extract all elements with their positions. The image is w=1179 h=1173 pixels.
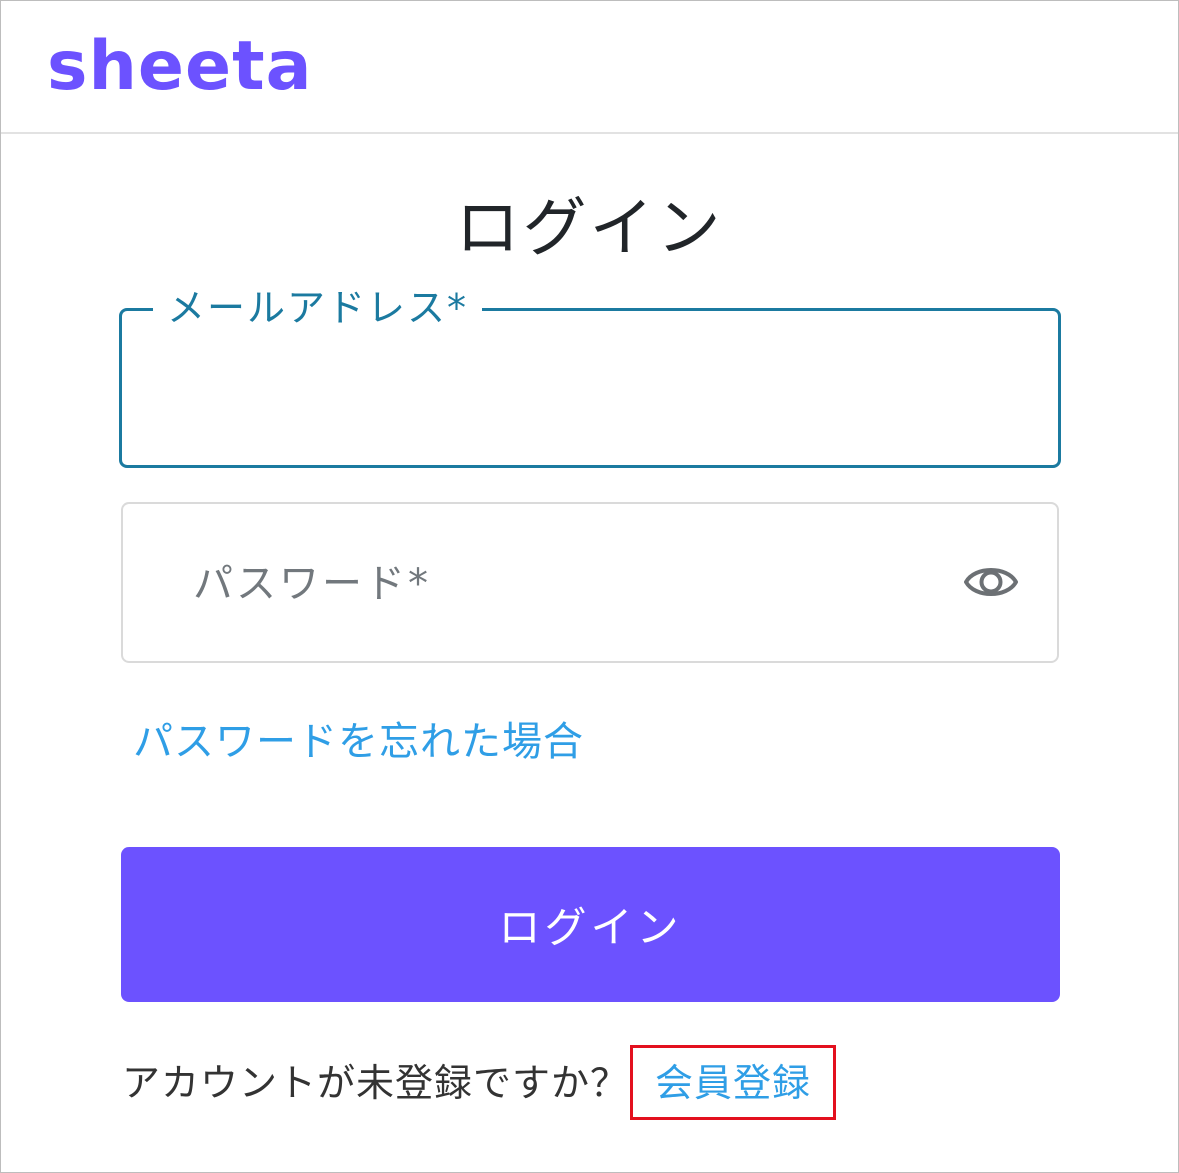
signup-link[interactable]: 会員登録 [655, 1057, 811, 1109]
email-field-label: メールアドレス* [153, 285, 483, 331]
email-field[interactable]: メールアドレス* [119, 285, 1061, 468]
login-button[interactable]: ログイン [121, 847, 1060, 1002]
app-frame: sheeta ログイン メールアドレス* パスワード* パスワードを忘れた場合 … [0, 0, 1179, 1173]
page-title: ログイン [455, 192, 724, 266]
password-field[interactable]: パスワード* [121, 502, 1059, 663]
signup-prompt: アカウントが未登録ですか？ [122, 1061, 630, 1105]
eye-icon[interactable] [963, 560, 1019, 604]
email-input[interactable] [162, 351, 1026, 423]
password-placeholder: パスワード* [193, 561, 431, 607]
forgot-password-link[interactable]: パスワードを忘れた場合 [133, 714, 584, 770]
header: sheeta [1, 1, 1178, 134]
logo[interactable]: sheeta [47, 19, 313, 115]
